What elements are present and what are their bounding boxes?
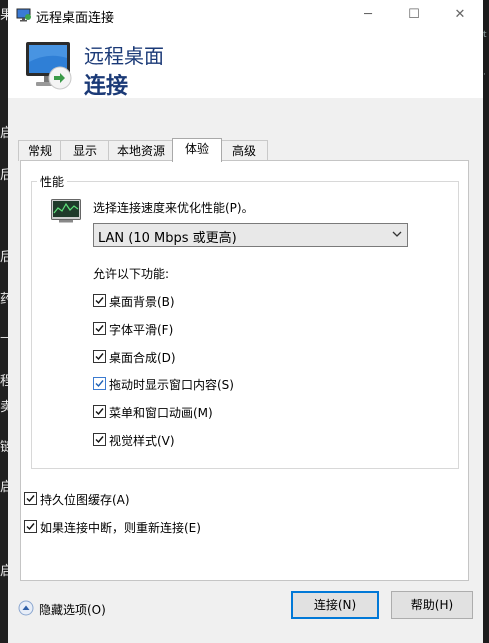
checkbox-label: 拖动时显示窗口内容(S)	[109, 378, 234, 392]
background-glyph: 药	[0, 292, 8, 307]
window-title: 远程桌面连接	[36, 11, 115, 26]
remote-desktop-app-icon	[16, 8, 31, 22]
header-banner: 远程桌面 连接	[8, 30, 483, 99]
title-bar[interactable]: 远程桌面连接 ─ ☐ ✕	[8, 0, 483, 30]
checkbox-label: 桌面合成(D)	[109, 351, 176, 365]
experience-panel: 性能 选择连接速度来优化性能(P)。 LAN (10 Mbps 或更高) 允许以…	[20, 160, 469, 581]
checkbox[interactable]	[93, 294, 106, 307]
connection-speed-value: LAN (10 Mbps 或更高)	[98, 231, 237, 246]
remote-desktop-window: 远程桌面连接 ─ ☐ ✕ 远程桌面 连接 常规 显示 本地资源 体验 高级 性能	[8, 0, 483, 643]
background-glyph: 后	[0, 168, 8, 183]
checkbox-label: 如果连接中断，则重新连接(E)	[40, 521, 201, 535]
speed-prompt-label: 选择连接速度来优化性能(P)。	[93, 201, 254, 215]
maximize-button[interactable]: ☐	[391, 0, 437, 30]
hide-options-link[interactable]: 隐藏选项(O)	[39, 601, 106, 618]
checkbox[interactable]	[24, 520, 37, 533]
chevron-down-icon	[392, 231, 402, 237]
remote-desktop-monitor-icon	[26, 42, 72, 90]
background-glyph: 程	[0, 374, 8, 389]
checkbox[interactable]	[93, 405, 106, 418]
checkbox-label: 菜单和窗口动画(M)	[109, 406, 213, 420]
background-glyph: t	[483, 30, 487, 40]
background-glyph: ·	[483, 70, 486, 80]
checkbox[interactable]	[93, 433, 106, 446]
background-glyph: 链	[0, 440, 8, 455]
checkbox-label: 视觉样式(V)	[109, 434, 175, 448]
close-button[interactable]: ✕	[437, 0, 483, 30]
tab-display[interactable]: 显示	[60, 140, 110, 161]
minimize-button[interactable]: ─	[345, 0, 391, 30]
checkbox[interactable]	[24, 492, 37, 505]
background-desktop-strip: 果 启 后 后 药 — 程 卖 链 启 启	[0, 0, 8, 643]
background-glyph: 启	[0, 564, 8, 579]
checkbox-label: 桌面背景(B)	[109, 295, 175, 309]
checkbox[interactable]	[93, 350, 106, 363]
performance-monitor-icon	[51, 199, 81, 223]
background-right-strip: t ·	[483, 0, 489, 643]
background-glyph: 后	[0, 250, 8, 265]
allow-features-label: 允许以下功能:	[93, 267, 170, 281]
connection-speed-select[interactable]: LAN (10 Mbps 或更高)	[93, 223, 408, 247]
banner-title-line2: 连接	[84, 74, 129, 99]
help-button[interactable]: 帮助(H)	[391, 591, 473, 619]
connect-button[interactable]: 连接(N)	[291, 591, 379, 619]
checkbox-label: 字体平滑(F)	[109, 323, 174, 337]
background-glyph: 启	[0, 126, 8, 141]
tab-experience[interactable]: 体验	[172, 138, 222, 162]
tab-local-resources[interactable]: 本地资源	[108, 140, 174, 161]
background-glyph: 启	[0, 480, 8, 495]
tab-general[interactable]: 常规	[18, 140, 62, 161]
checkbox[interactable]	[93, 322, 106, 335]
performance-group-title: 性能	[37, 173, 68, 190]
background-glyph: 卖	[0, 400, 8, 415]
checkbox[interactable]	[93, 377, 106, 390]
checkbox-label: 持久位图缓存(A)	[40, 493, 130, 507]
background-glyph: 果	[0, 8, 8, 23]
hide-options-toggle-icon[interactable]	[18, 600, 34, 616]
banner-title-line1: 远程桌面	[84, 44, 164, 68]
tab-advanced[interactable]: 高级	[220, 140, 268, 161]
background-glyph: —	[0, 330, 8, 345]
